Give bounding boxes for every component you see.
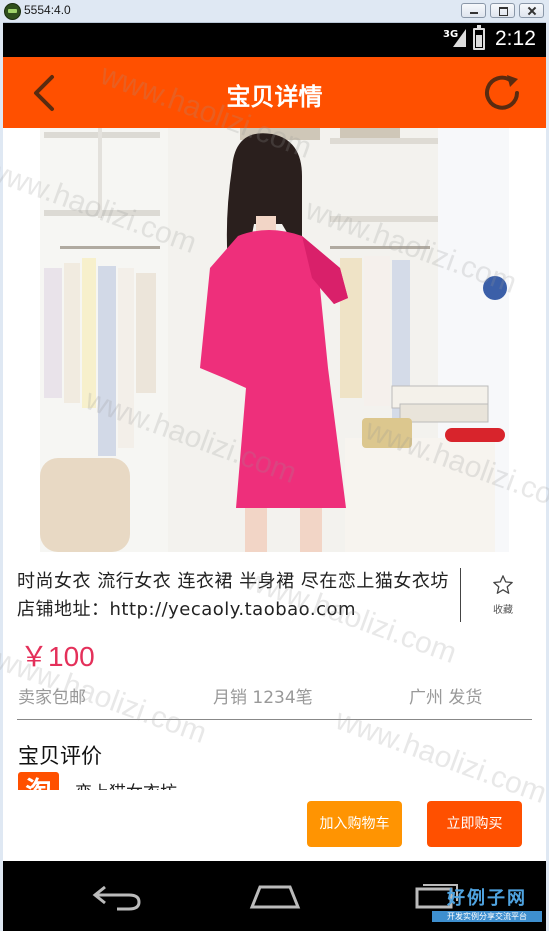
- emulator-titlebar: 5554:4.0: [0, 0, 549, 23]
- status-bar: 3G 2:12: [3, 23, 546, 57]
- shipping-info: 卖家包邮: [18, 688, 86, 708]
- app-header: 宝贝详情: [3, 57, 546, 128]
- star-icon: [493, 575, 513, 594]
- refresh-button[interactable]: [480, 73, 524, 113]
- product-title: 时尚女衣 流行女衣 连衣裙 半身裙 尽在恋上猫女衣坊 店铺地址：http://y…: [17, 571, 449, 620]
- favorite-button[interactable]: 收藏: [483, 574, 523, 616]
- shop-name: 恋上猫女衣坊: [75, 778, 177, 790]
- add-to-cart-button[interactable]: 加入购物车: [307, 801, 402, 847]
- favorite-label: 收藏: [493, 605, 513, 616]
- product-image[interactable]: [40, 128, 509, 552]
- window-title: 5554:4.0: [24, 3, 71, 17]
- product-price: ￥100: [20, 641, 95, 672]
- section-divider: [17, 719, 532, 720]
- reviews-title: 宝贝评价: [18, 744, 102, 768]
- signal-icon: [453, 29, 466, 47]
- battery-icon: [473, 25, 485, 50]
- status-time: 2:12: [495, 27, 536, 50]
- maximize-button[interactable]: [490, 3, 515, 18]
- site-logo-watermark: 好例子网 开发实例分享交流平台: [432, 884, 542, 922]
- nav-home-button[interactable]: [248, 883, 302, 909]
- nav-back-button[interactable]: [91, 881, 143, 911]
- refresh-icon: [485, 75, 519, 110]
- window-border-left: [0, 22, 3, 931]
- logo-subtext: 开发实例分享交流平台: [432, 911, 542, 922]
- buy-now-button[interactable]: 立即购买: [427, 801, 522, 847]
- minimize-button[interactable]: [461, 3, 486, 18]
- home-icon: [249, 885, 301, 909]
- favorite-divider: [460, 568, 461, 622]
- ship-location: 广州 发货: [409, 688, 483, 708]
- logo-text: 好例子网: [447, 888, 527, 909]
- taobao-shop-icon: 淘: [18, 772, 59, 790]
- review-shop-row[interactable]: 淘 恋上猫女衣坊: [18, 772, 546, 790]
- close-button[interactable]: [519, 3, 544, 18]
- emulator-app-icon: [4, 3, 21, 20]
- monthly-sales: 月销 1234笔: [213, 688, 313, 708]
- page-title: 宝贝详情: [226, 83, 323, 111]
